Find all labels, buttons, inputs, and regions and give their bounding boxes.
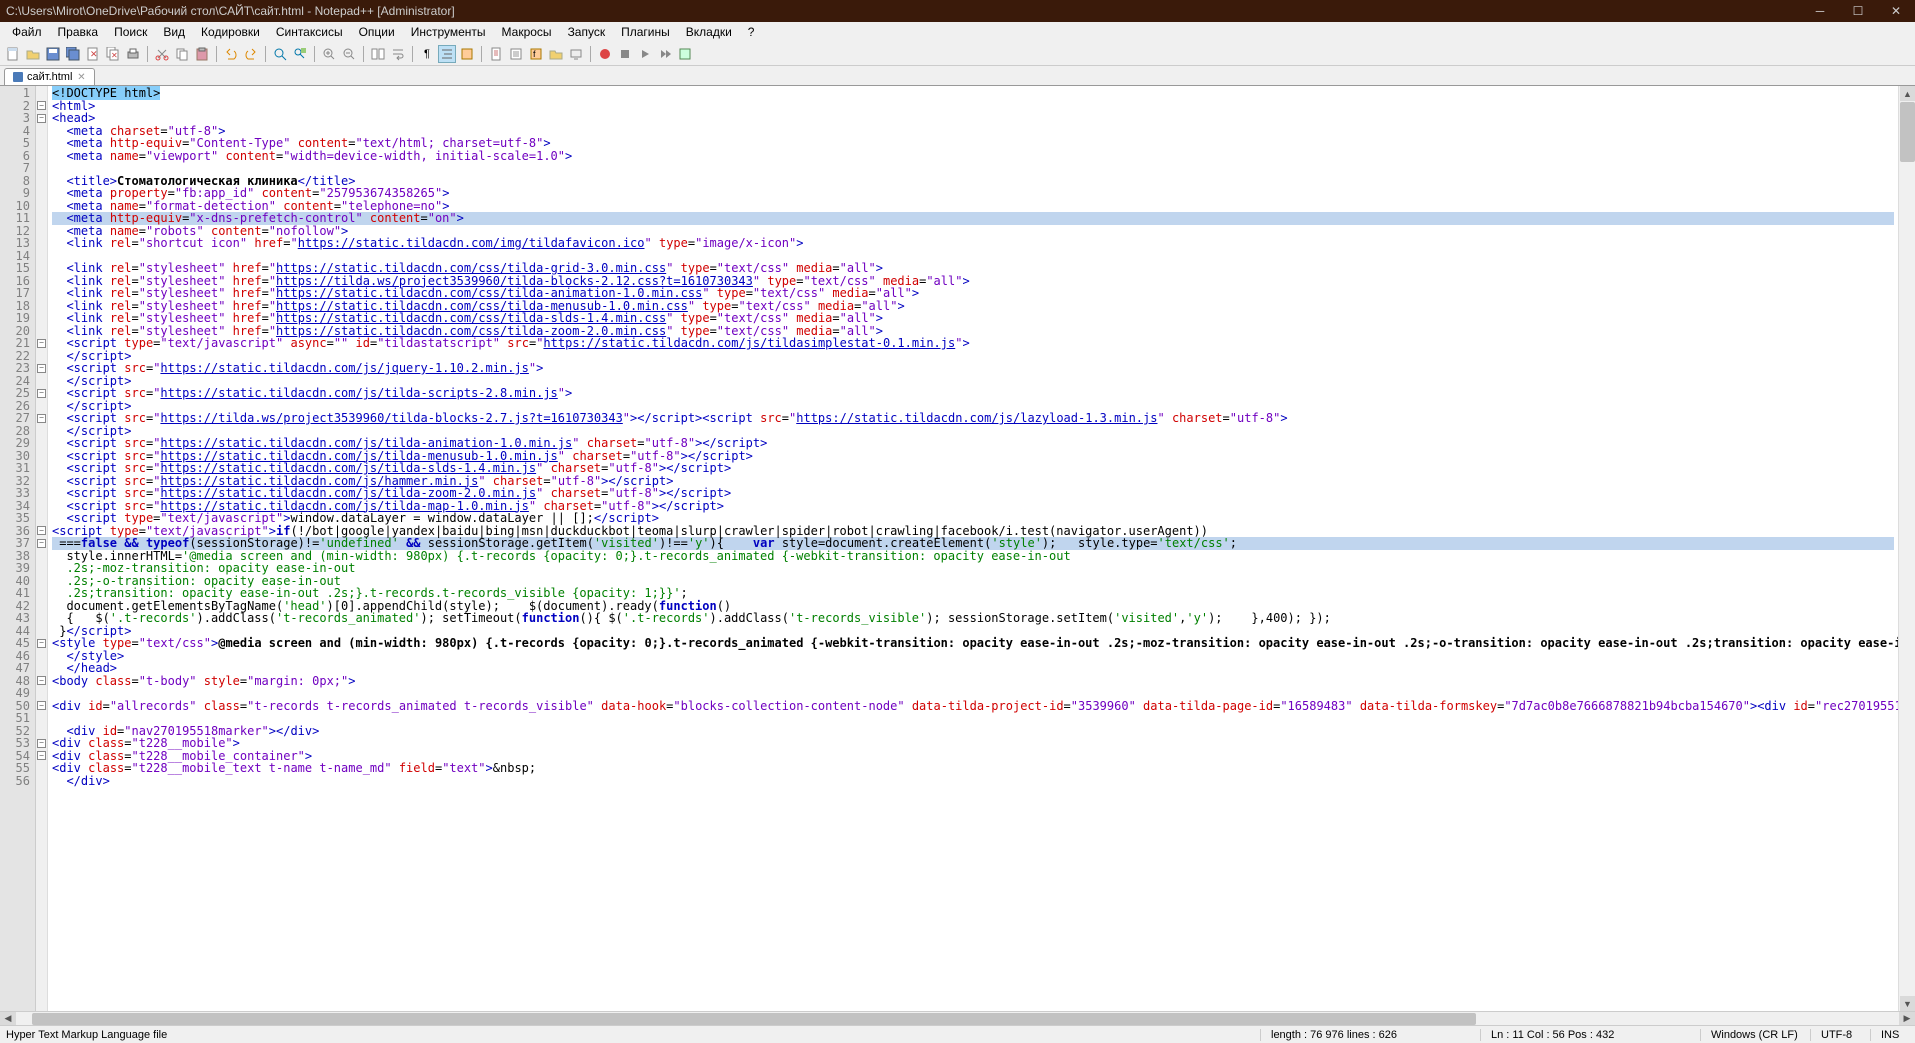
status-filetype: Hyper Text Markup Language file xyxy=(4,1029,1261,1041)
menu-item[interactable]: Макросы xyxy=(494,23,560,41)
zoom-in-icon[interactable] xyxy=(320,45,338,63)
stop-macro-icon[interactable] xyxy=(616,45,634,63)
save-macro-icon[interactable] xyxy=(676,45,694,63)
close-all-icon[interactable]: ✕ xyxy=(104,45,122,63)
svg-text:✕: ✕ xyxy=(111,51,118,60)
editor: 1234567891011121314151617181920212223242… xyxy=(0,86,1915,1011)
tabbar: сайт.html ✕ xyxy=(0,66,1915,86)
scroll-down-icon[interactable]: ▼ xyxy=(1900,996,1915,1011)
horizontal-scrollbar[interactable]: ◀ ▶ xyxy=(0,1011,1915,1025)
tab-close-icon[interactable]: ✕ xyxy=(76,72,86,82)
status-encoding: UTF-8 xyxy=(1811,1029,1871,1041)
menu-item[interactable]: Вкладки xyxy=(678,23,740,41)
record-macro-icon[interactable] xyxy=(596,45,614,63)
menu-item[interactable]: Плагины xyxy=(613,23,678,41)
menu-item[interactable]: Опции xyxy=(351,23,403,41)
maximize-button[interactable]: ☐ xyxy=(1839,0,1877,22)
menu-item[interactable]: Файл xyxy=(4,23,50,41)
cut-icon[interactable] xyxy=(153,45,171,63)
fold-column[interactable]: −− − − − − −− − − − −− xyxy=(36,86,48,1011)
save-all-icon[interactable] xyxy=(64,45,82,63)
new-file-icon[interactable] xyxy=(4,45,22,63)
open-file-icon[interactable] xyxy=(24,45,42,63)
find-icon[interactable] xyxy=(271,45,289,63)
scroll-thumb[interactable] xyxy=(1900,102,1915,162)
menu-item[interactable]: Синтаксисы xyxy=(268,23,351,41)
menubar: ФайлПравкаПоискВидКодировкиСинтаксисыОпц… xyxy=(0,22,1915,42)
menu-item[interactable]: ? xyxy=(740,23,763,41)
undo-icon[interactable] xyxy=(222,45,240,63)
func-list-icon[interactable]: f xyxy=(527,45,545,63)
hscroll-thumb[interactable] xyxy=(32,1013,1476,1025)
redo-icon[interactable] xyxy=(242,45,260,63)
minimize-button[interactable]: ─ xyxy=(1801,0,1839,22)
scroll-right-icon[interactable]: ▶ xyxy=(1899,1012,1915,1025)
menu-item[interactable]: Правка xyxy=(50,23,107,41)
indent-guide-icon[interactable] xyxy=(438,45,456,63)
print-icon[interactable] xyxy=(124,45,142,63)
play-macro-icon[interactable] xyxy=(636,45,654,63)
tab-label: сайт.html xyxy=(27,71,72,83)
svg-text:✕: ✕ xyxy=(90,49,98,59)
toolbar: ✕ ✕ ¶ f xyxy=(0,42,1915,66)
window-title: C:\Users\Mirot\OneDrive\Рабочий стол\САЙ… xyxy=(6,4,455,18)
close-button[interactable]: ✕ xyxy=(1877,0,1915,22)
zoom-out-icon[interactable] xyxy=(340,45,358,63)
menu-item[interactable]: Поиск xyxy=(106,23,155,41)
menu-item[interactable]: Вид xyxy=(155,23,193,41)
file-icon xyxy=(13,72,23,82)
doc-list-icon[interactable] xyxy=(507,45,525,63)
file-tab[interactable]: сайт.html ✕ xyxy=(4,68,95,85)
doc-map-icon[interactable] xyxy=(487,45,505,63)
status-length: length : 76 976 lines : 626 xyxy=(1261,1029,1481,1041)
vertical-scrollbar[interactable]: ▲ ▼ xyxy=(1898,86,1915,1011)
close-file-icon[interactable]: ✕ xyxy=(84,45,102,63)
scroll-left-icon[interactable]: ◀ xyxy=(0,1012,16,1025)
replace-icon[interactable] xyxy=(291,45,309,63)
user-lang-icon[interactable] xyxy=(458,45,476,63)
menu-item[interactable]: Запуск xyxy=(560,23,614,41)
sync-scroll-icon[interactable] xyxy=(369,45,387,63)
copy-icon[interactable] xyxy=(173,45,191,63)
save-icon[interactable] xyxy=(44,45,62,63)
show-all-chars-icon[interactable]: ¶ xyxy=(418,45,436,63)
monitor-icon[interactable] xyxy=(567,45,585,63)
paste-icon[interactable] xyxy=(193,45,211,63)
menu-item[interactable]: Инструменты xyxy=(403,23,494,41)
status-mode: INS xyxy=(1871,1029,1911,1041)
status-eol: Windows (CR LF) xyxy=(1701,1029,1811,1041)
status-position: Ln : 11 Col : 56 Pos : 432 xyxy=(1481,1029,1701,1041)
wrap-icon[interactable] xyxy=(389,45,407,63)
menu-item[interactable]: Кодировки xyxy=(193,23,268,41)
code-area[interactable]: <!DOCTYPE html><html><head> <meta charse… xyxy=(48,86,1898,1011)
playback-multi-icon[interactable] xyxy=(656,45,674,63)
line-gutter: 1234567891011121314151617181920212223242… xyxy=(0,86,36,1011)
folder-tree-icon[interactable] xyxy=(547,45,565,63)
statusbar: Hyper Text Markup Language file length :… xyxy=(0,1025,1915,1043)
scroll-up-icon[interactable]: ▲ xyxy=(1900,86,1915,101)
titlebar: C:\Users\Mirot\OneDrive\Рабочий стол\САЙ… xyxy=(0,0,1915,22)
